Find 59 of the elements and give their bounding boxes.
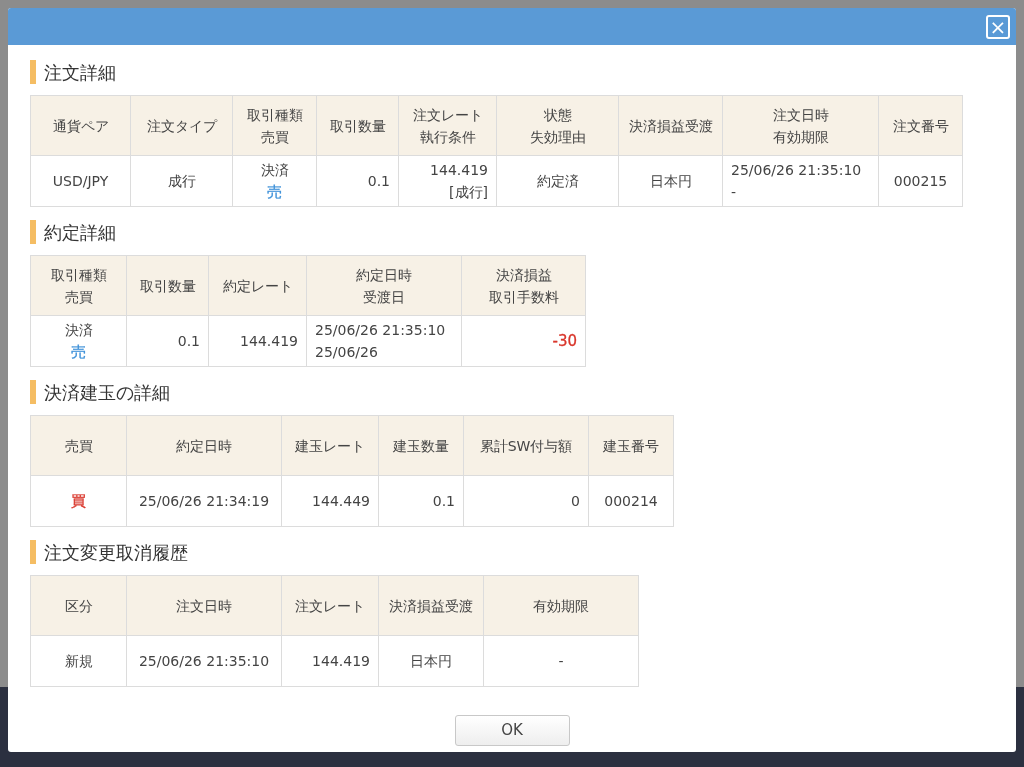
table-cell: 25/06/26 21:35:10 - — [722, 155, 879, 207]
section-title: 注文詳細 — [44, 60, 116, 85]
column-header: 注文日時 有効期限 — [722, 95, 879, 156]
table-cell: 0.1 — [316, 155, 399, 207]
table-cell: -30 — [461, 315, 586, 367]
column-header: 取引数量 — [126, 255, 209, 316]
table-cell: 144.419 [成行] — [398, 155, 497, 207]
table-cell: 日本円 — [378, 635, 484, 687]
column-header: 決済損益受渡 — [378, 575, 484, 636]
table-cell: 0.1 — [126, 315, 209, 367]
section-title: 決済建玉の詳細 — [44, 380, 170, 405]
column-header: 建玉数量 — [378, 415, 464, 476]
column-header: 取引数量 — [316, 95, 399, 156]
column-header: 約定日時 受渡日 — [306, 255, 462, 316]
column-header: 注文日時 — [126, 575, 282, 636]
heading-marker — [30, 220, 36, 244]
table-cell: 144.419 — [281, 635, 379, 687]
table-cell: 144.449 — [281, 475, 379, 527]
table-cell: 000214 — [588, 475, 674, 527]
table-cell: 000215 — [878, 155, 963, 207]
table-cell: 決済 売 — [30, 315, 127, 367]
section-title: 注文変更取消履歴 — [44, 540, 188, 565]
column-header: 有効期限 — [483, 575, 639, 636]
column-header: 建玉レート — [281, 415, 379, 476]
table-cell: 25/06/26 21:35:10 25/06/26 — [306, 315, 462, 367]
column-header: 約定日時 — [126, 415, 282, 476]
table-cell: 144.419 — [208, 315, 307, 367]
table-cell: 新規 — [30, 635, 127, 687]
table-cell: 日本円 — [618, 155, 723, 207]
table-cell: 0 — [463, 475, 589, 527]
column-header: 注文番号 — [878, 95, 963, 156]
column-header: 決済損益 取引手数料 — [461, 255, 586, 316]
column-header: 注文タイプ — [130, 95, 233, 156]
ok-button[interactable]: OK — [454, 715, 570, 746]
heading-marker — [30, 540, 36, 564]
section-title: 約定詳細 — [44, 220, 116, 245]
column-header: 売買 — [30, 415, 127, 476]
table-cell: 25/06/26 21:34:19 — [126, 475, 282, 527]
table-cell: 決済 売 — [232, 155, 317, 207]
column-header: 通貨ペア — [30, 95, 131, 156]
heading-marker — [30, 60, 36, 84]
table-cell: 買 — [30, 475, 127, 527]
table-cell: USD/JPY — [30, 155, 131, 207]
column-header: 決済損益受渡 — [618, 95, 723, 156]
column-header: 区分 — [30, 575, 127, 636]
heading-marker — [30, 380, 36, 404]
table-cell: 成行 — [130, 155, 233, 207]
column-header: 建玉番号 — [588, 415, 674, 476]
column-header: 状態 失効理由 — [496, 95, 619, 156]
column-header: 約定レート — [208, 255, 307, 316]
table-cell: - — [483, 635, 639, 687]
table-cell: 約定済 — [496, 155, 619, 207]
column-header: 取引種類 売買 — [232, 95, 317, 156]
column-header: 累計SW付与額 — [463, 415, 589, 476]
column-header: 注文レート — [281, 575, 379, 636]
table-cell: 0.1 — [378, 475, 464, 527]
column-header: 取引種類 売買 — [30, 255, 127, 316]
column-header: 注文レート 執行条件 — [398, 95, 497, 156]
table-cell: 25/06/26 21:35:10 — [126, 635, 282, 687]
